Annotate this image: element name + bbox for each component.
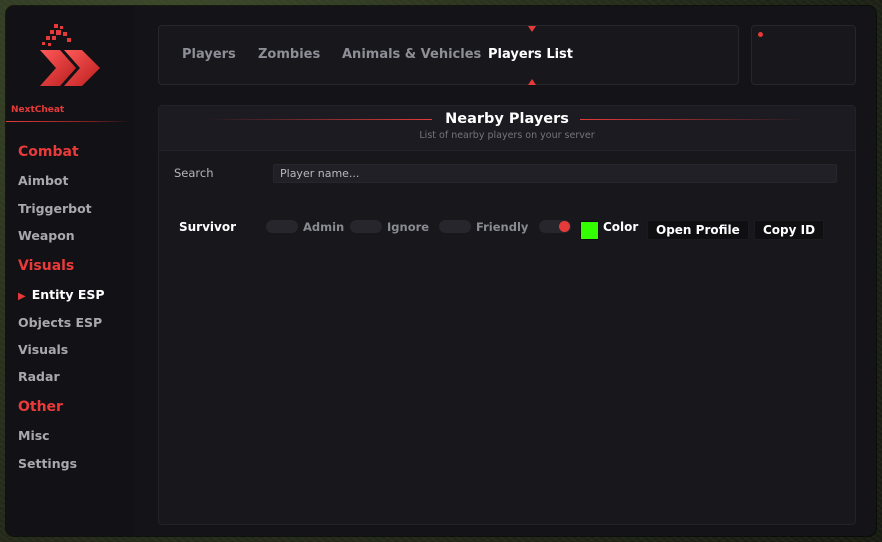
admin-toggle-label: Admin [303, 220, 345, 234]
logo: NextCheat [6, 6, 134, 123]
ignore-toggle-label: Ignore [387, 220, 430, 234]
status-panel [751, 25, 856, 85]
sidebar-item-visuals[interactable]: Visuals [18, 342, 68, 357]
admin-toggle[interactable] [266, 220, 298, 233]
panel-subtitle: List of nearby players on your server [419, 130, 595, 141]
active-tab-marker-bottom [528, 79, 536, 85]
player-name: Survivor [179, 220, 237, 234]
tab-zombies[interactable]: Zombies [258, 47, 320, 62]
brand-name: NextCheat [11, 105, 65, 115]
title-line-right [580, 119, 808, 120]
color-toggle[interactable] [539, 220, 571, 233]
nav-section-combat: Combat [18, 144, 79, 160]
logo-chevron-icon [40, 24, 100, 86]
sidebar-item-misc[interactable]: Misc [18, 428, 50, 443]
sidebar-item-weapon[interactable]: Weapon [18, 228, 75, 243]
sidebar-item-objects-esp[interactable]: Objects ESP [18, 315, 102, 330]
active-tab-marker-top [528, 26, 536, 32]
color-swatch[interactable] [580, 221, 599, 240]
sidebar-item-settings[interactable]: Settings [18, 456, 77, 471]
player-search-input[interactable] [273, 164, 837, 183]
toggle-knob [559, 221, 570, 232]
search-label: Search [174, 166, 214, 180]
tab-bar: Players Zombies Animals & Vehicles Playe… [158, 25, 739, 85]
nav-section-other: Other [18, 399, 63, 415]
nav-section-visuals: Visuals [18, 258, 75, 274]
brand-divider [6, 121, 130, 122]
color-label: Color [603, 220, 639, 234]
sidebar: NextCheat Combat Aimbot Triggerbot Weapo… [6, 6, 134, 536]
ignore-toggle[interactable] [350, 220, 382, 233]
cheat-menu-window: NextCheat Combat Aimbot Triggerbot Weapo… [6, 6, 876, 536]
tab-players-list[interactable]: Players List [488, 47, 573, 62]
sidebar-item-label: Entity ESP [31, 287, 105, 302]
sidebar-item-radar[interactable]: Radar [18, 369, 60, 384]
panel-header: Nearby Players List of nearby players on… [159, 106, 855, 151]
friendly-toggle-label: Friendly [476, 220, 529, 234]
players-list-panel: Nearby Players List of nearby players on… [158, 105, 856, 525]
sidebar-item-aimbot[interactable]: Aimbot [18, 173, 69, 188]
active-arrow-icon: ▶ [18, 291, 26, 302]
friendly-toggle[interactable] [439, 220, 471, 233]
open-profile-button[interactable]: Open Profile [647, 220, 749, 240]
status-dot [758, 32, 763, 37]
tab-players[interactable]: Players [182, 47, 236, 62]
sidebar-item-triggerbot[interactable]: Triggerbot [18, 201, 92, 216]
sidebar-item-entity-esp[interactable]: ▶ Entity ESP [18, 287, 105, 302]
tab-animals-vehicles[interactable]: Animals & Vehicles [342, 47, 481, 62]
copy-id-button[interactable]: Copy ID [754, 220, 825, 240]
